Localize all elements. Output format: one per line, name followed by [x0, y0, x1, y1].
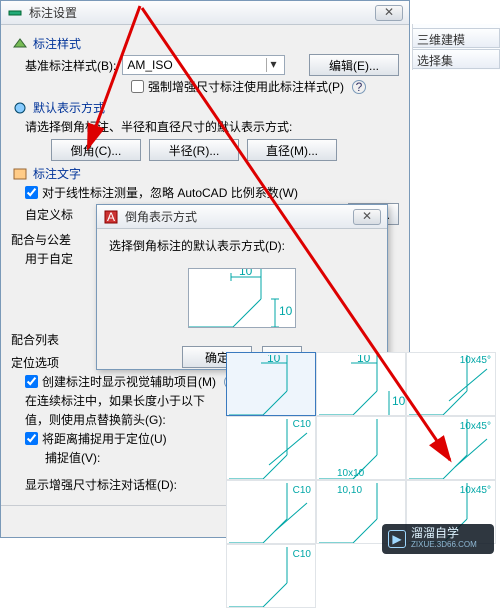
- linear-scale-checkbox[interactable]: 对于线性标注测量，忽略 AutoCAD 比例系数(W): [25, 184, 298, 201]
- gallery-cell-2[interactable]: 10x45°: [406, 352, 496, 416]
- watermark: ▶ 溜溜自学 ZIXUE.3D66.COM: [382, 524, 494, 554]
- svg-text:A: A: [107, 210, 115, 224]
- gallery-cell-3[interactable]: C10: [226, 416, 316, 480]
- diameter-button[interactable]: 直径(M)...: [247, 139, 337, 161]
- svg-text:10: 10: [357, 355, 371, 365]
- sub-close-button[interactable]: ✕: [353, 209, 381, 225]
- chamfer-preview[interactable]: 10 10: [188, 268, 296, 328]
- gallery-caption-2: 10x45°: [460, 355, 491, 366]
- linear-scale-row: 对于线性标注测量，忽略 AutoCAD 比例系数(W): [25, 184, 399, 201]
- sub-prompt: 选择倒角标注的默认表示方式(D):: [109, 237, 375, 254]
- radius-button[interactable]: 半径(R)...: [149, 139, 239, 161]
- section-style-header: 标注样式: [11, 35, 399, 52]
- help-icon[interactable]: ?: [352, 80, 366, 94]
- gallery-caption-6: C10: [293, 485, 311, 496]
- gallery-caption-7: 10,10: [337, 485, 362, 496]
- gallery-caption-8: 10x45°: [460, 485, 491, 496]
- play-icon: ▶: [388, 530, 406, 548]
- watermark-name: 溜溜自学: [411, 527, 477, 539]
- snap-val-label: 捕捉值(V):: [45, 449, 100, 466]
- gallery-caption-3: C10: [293, 419, 311, 430]
- main-titlebar: 标注设置 ✕: [1, 1, 409, 25]
- dimension-icon: [7, 5, 23, 21]
- force-style-checkbox[interactable]: 强制增强尺寸标注使用此标注样式(P): [131, 78, 344, 95]
- gallery-caption-5: 10x45°: [460, 421, 491, 432]
- sub-title: 倒角表示方式: [125, 208, 353, 225]
- section-default-header: 默认表示方式: [11, 99, 399, 116]
- gallery-caption-4: 10x10: [337, 468, 364, 479]
- sub-preview-row: 10 10: [109, 268, 375, 328]
- show-enh-label: 显示增强尺寸标注对话框(D):: [25, 476, 177, 493]
- default-prompt-row: 请选择倒角标注、半径和直径尺寸的默认表示方式:: [25, 118, 399, 135]
- edit-style-button[interactable]: 编辑(E)...: [309, 54, 399, 76]
- force-style-row: 强制增强尺寸标注使用此标注样式(P) ?: [131, 78, 399, 95]
- chamfer-rep-dialog: A 倒角表示方式 ✕ 选择倒角标注的默认表示方式(D): 10 10: [96, 204, 388, 370]
- used-custom-label: 用于自定: [25, 250, 73, 267]
- snap-label: 将距离捕捉用于定位(U): [42, 430, 167, 447]
- gallery-cell-0[interactable]: 10: [226, 352, 316, 416]
- fit-list-label: 配合列表: [11, 331, 59, 348]
- force-style-label: 强制增强尺寸标注使用此标注样式(P): [148, 78, 344, 95]
- section-default-label: 默认表示方式: [33, 99, 105, 116]
- gallery-caption-9: C10: [293, 549, 311, 560]
- section-style-label: 标注样式: [33, 35, 81, 52]
- gallery-cell-5[interactable]: 10x45°: [406, 416, 496, 480]
- base-style-select[interactable]: AM_ISO ▾: [122, 55, 285, 75]
- default-rep-icon: [11, 100, 29, 116]
- sub-titlebar: A 倒角表示方式 ✕: [97, 205, 387, 229]
- base-style-value: AM_ISO: [127, 58, 172, 72]
- gallery-cell-9[interactable]: C10: [226, 544, 316, 608]
- cont-label1: 在连续标注中，如果长度小于以下: [25, 392, 205, 409]
- section-text-header: 标注文字: [11, 165, 399, 182]
- main-close-button[interactable]: ✕: [375, 5, 403, 21]
- default-prompt: 请选择倒角标注、半径和直径尺寸的默认表示方式:: [25, 118, 292, 135]
- chevron-down-icon: ▾: [266, 58, 280, 72]
- gallery-cell-6[interactable]: C10: [226, 480, 316, 544]
- svg-text:10: 10: [279, 304, 293, 318]
- chamfer-button[interactable]: 倒角(C)...: [51, 139, 141, 161]
- base-style-row: 基准标注样式(B): AM_ISO ▾ 编辑(E)...: [25, 54, 399, 76]
- rep-buttons-row: 倒角(C)... 半径(R)... 直径(M)...: [51, 139, 399, 161]
- cont-label2: 值，则使用点替换箭头(G):: [25, 411, 166, 428]
- svg-text:10: 10: [392, 394, 405, 408]
- locate-label: 定位选项: [11, 354, 59, 371]
- watermark-url: ZIXUE.3D66.COM: [411, 539, 477, 551]
- autocad-icon: A: [103, 209, 119, 225]
- base-style-label: 基准标注样式(B):: [25, 57, 116, 74]
- style-icon: [11, 36, 29, 52]
- main-title: 标注设置: [29, 4, 375, 21]
- gallery-cell-4[interactable]: 10x10: [316, 416, 406, 480]
- side-panel: 三维建模 选择集: [412, 24, 500, 70]
- snap-checkbox[interactable]: 将距离捕捉用于定位(U): [25, 430, 167, 447]
- linear-scale-label: 对于线性标注测量，忽略 AutoCAD 比例系数(W): [42, 184, 298, 201]
- gallery-cell-1[interactable]: 10 10: [316, 352, 406, 416]
- chamfer-gallery: 10 10 10 10x45° C10 10x10 10x45° C10 10,1…: [226, 352, 500, 608]
- section-text-label: 标注文字: [33, 165, 81, 182]
- fit-tol-label: 配合与公差: [11, 231, 71, 248]
- custom-label: 自定义标: [25, 206, 73, 223]
- svg-text:10: 10: [239, 269, 253, 278]
- side-tab-3dmodel[interactable]: 三维建模: [413, 28, 500, 48]
- side-tab-select[interactable]: 选择集: [413, 49, 500, 69]
- text-icon: [11, 166, 29, 182]
- svg-text:10: 10: [267, 355, 281, 365]
